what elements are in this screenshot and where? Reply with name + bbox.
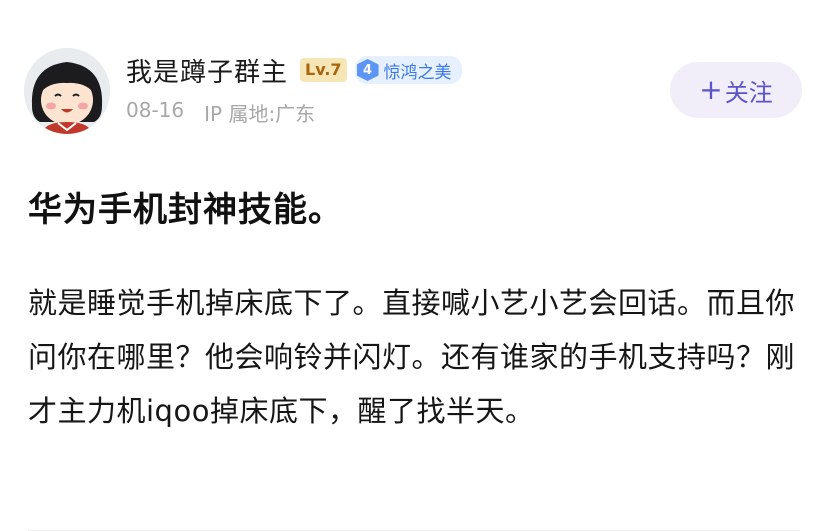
post-meta: 08-16 IP 属地:广东 <box>126 98 646 127</box>
follow-button[interactable]: + 关注 <box>670 62 802 118</box>
plus-icon: + <box>699 73 723 106</box>
ip-location: IP 属地:广东 <box>204 102 316 126</box>
author-info: 我是蹲子群主 Lv.7 4 惊鸿之美 08-16 IP 属地:广东 <box>126 52 646 127</box>
hexagon-rank-icon: 4 <box>356 59 379 81</box>
post-header: 我是蹲子群主 Lv.7 4 惊鸿之美 08-16 IP 属地:广东 + 关注 <box>24 44 804 136</box>
author-name-row: 我是蹲子群主 Lv.7 4 惊鸿之美 <box>126 52 646 88</box>
title-badge-label: 惊鸿之美 <box>383 62 452 83</box>
author-username[interactable]: 我是蹲子群主 <box>126 52 288 89</box>
title-badge[interactable]: 4 惊鸿之美 <box>354 56 462 84</box>
post-title: 华为手机封神技能。 <box>28 190 343 230</box>
cartoon-girl-avatar-icon <box>24 48 110 134</box>
follow-button-label: 关注 <box>724 78 773 107</box>
avatar[interactable] <box>24 48 110 134</box>
post-date: 08-16 <box>126 98 185 122</box>
post-body: 就是睡觉手机掉床底下了。直接喊小艺小艺会回话。而且你问你在哪里？他会响铃并闪灯。… <box>28 286 796 428</box>
level-badge: Lv.7 <box>300 58 347 82</box>
